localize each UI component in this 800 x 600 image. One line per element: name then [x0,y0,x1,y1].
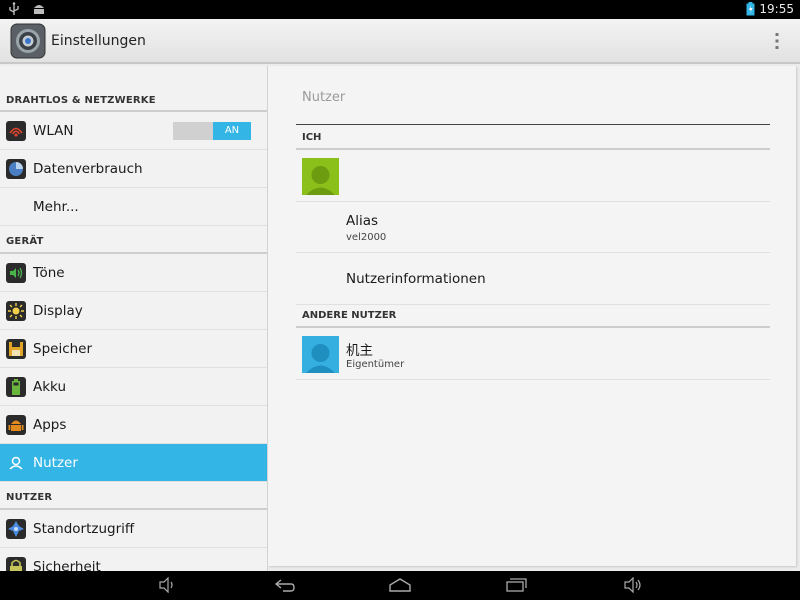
wlan-toggle-state: AN [213,122,251,140]
usb-icon [9,2,19,15]
user-icon [9,456,23,470]
back-icon[interactable] [273,577,297,593]
section-header-users: NUTZER [0,482,267,510]
sidebar-item-label: Apps [33,416,67,433]
storage-icon [6,338,26,359]
battery-icon [746,2,755,16]
navigation-bar [0,571,800,600]
settings-list: DRAHTLOS & NETZWERKE WLAN AN Datenverbra… [0,66,268,571]
user-info-label: Nutzerinformationen [346,271,486,287]
sidebar-item-battery[interactable]: Akku [0,368,267,406]
volume-up-icon[interactable] [623,577,643,593]
battery-icon [6,376,26,397]
android-debug-icon [34,5,44,14]
owner-user-row[interactable]: 机主 Eigentümer [296,330,770,380]
action-bar: Einstellungen [0,19,800,64]
section-header-me: ICH [296,132,770,150]
title-divider [296,124,770,125]
alias-label: Alias [346,213,379,229]
home-icon[interactable] [388,577,412,593]
owner-avatar-icon [302,336,339,373]
sidebar-item-location[interactable]: Standortzugriff [0,510,267,548]
users-card: Nutzer ICH Alias vel2000 Nutzerinformati… [268,66,796,566]
sidebar-item-label: Töne [33,264,65,281]
android-icon [6,414,26,435]
settings-app-icon[interactable] [10,23,46,59]
sidebar-item-apps[interactable]: Apps [0,406,267,444]
sidebar-item-label: Mehr... [33,198,79,215]
users-detail-pane: Nutzer ICH Alias vel2000 Nutzerinformati… [268,66,800,571]
overflow-menu-icon[interactable] [774,31,780,51]
sidebar-item-label: Akku [33,378,67,395]
sidebar-item-label: WLAN [33,122,74,139]
clock: 19:55 [759,2,794,16]
sidebar-item-display[interactable]: Display [0,292,267,330]
sound-icon [6,262,26,283]
section-header-wireless: DRAHTLOS & NETZWERKE [0,66,267,112]
wlan-toggle[interactable]: AN [173,122,251,140]
brightness-icon [6,300,26,321]
sidebar-item-more[interactable]: Mehr... [0,188,267,226]
recent-apps-icon[interactable] [505,577,527,593]
wifi-icon [6,120,26,141]
sidebar-item-label: Nutzer [33,454,78,471]
section-header-other-users: ANDERE NUTZER [296,310,770,328]
page-title: Nutzer [302,90,346,105]
app-title: Einstellungen [51,33,146,49]
my-profile-row[interactable] [296,152,770,202]
my-avatar-icon[interactable] [302,158,339,195]
sidebar-item-storage[interactable]: Speicher [0,330,267,368]
owner-role: Eigentümer [346,359,405,370]
section-header-device: GERÄT [0,226,267,254]
sidebar-item-data-usage[interactable]: Datenverbrauch [0,150,267,188]
volume-down-icon[interactable] [158,577,176,593]
alias-row[interactable]: Alias vel2000 [296,202,770,253]
sidebar-item-label: Sicherheit [33,558,101,572]
user-info-row[interactable]: Nutzerinformationen [296,253,770,305]
status-bar: 19:55 [0,0,800,19]
alias-value: vel2000 [346,232,387,243]
sidebar-item-label: Display [33,302,83,319]
data-usage-icon [6,158,26,179]
sidebar-item-label: Speicher [33,340,93,357]
owner-name: 机主 [346,343,373,359]
location-icon [6,518,26,539]
lock-icon [6,556,26,571]
sidebar-item-security[interactable]: Sicherheit [0,548,267,571]
sidebar-item-users[interactable]: Nutzer [0,444,267,482]
sidebar-item-label: Standortzugriff [33,520,135,537]
sidebar-item-label: Datenverbrauch [33,160,143,177]
sidebar-item-sounds[interactable]: Töne [0,254,267,292]
sidebar-item-wlan[interactable]: WLAN AN [0,112,267,150]
